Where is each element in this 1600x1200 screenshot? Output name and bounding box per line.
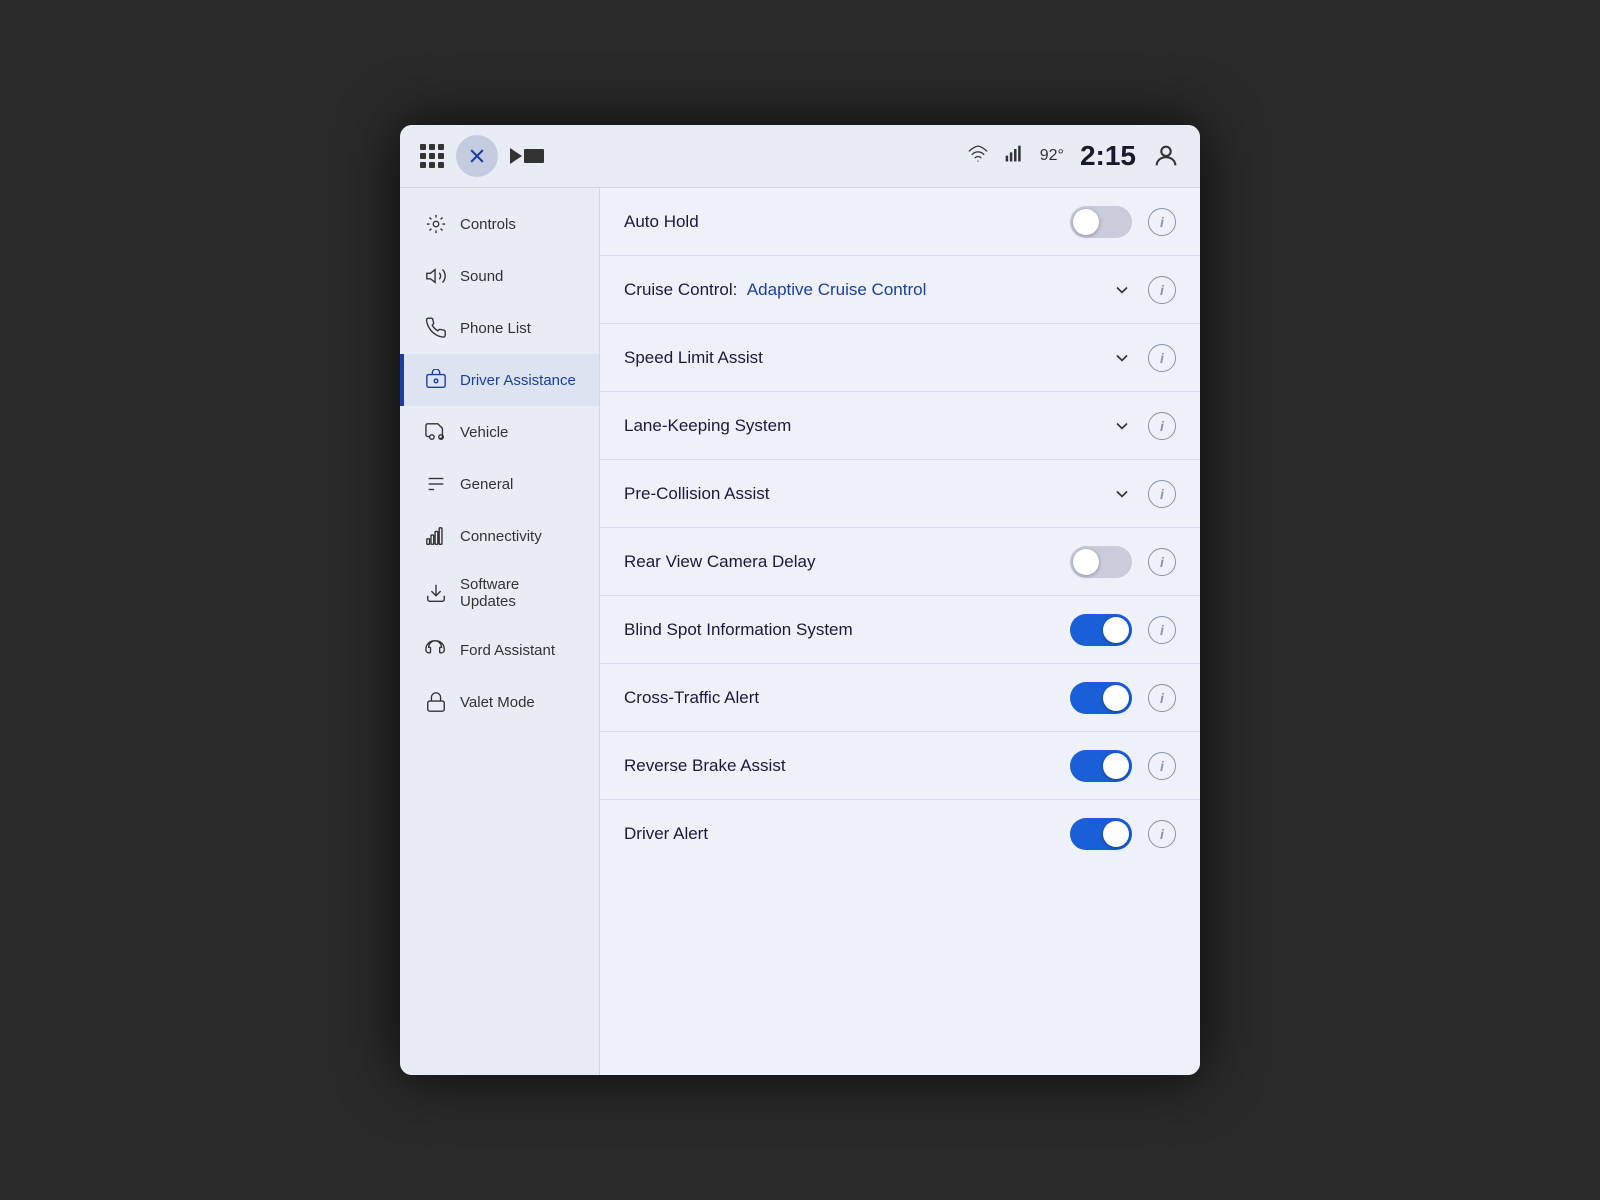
- sidebar-phone-label: Phone List: [460, 320, 531, 337]
- sidebar-vehicle-label: Vehicle: [460, 424, 508, 441]
- cruise-control-info[interactable]: i: [1148, 276, 1176, 304]
- sidebar-item-sound[interactable]: Sound: [400, 250, 599, 302]
- phone-icon: [424, 316, 448, 340]
- rear-view-camera-row: Rear View Camera Delay i: [600, 528, 1200, 596]
- blind-spot-knob: [1103, 617, 1129, 643]
- cruise-control-row[interactable]: Cruise Control: Adaptive Cruise Control …: [600, 256, 1200, 324]
- blind-spot-toggle[interactable]: [1070, 614, 1132, 646]
- sidebar-item-connectivity[interactable]: Connectivity: [400, 510, 599, 562]
- main-content: Controls Sound Phone List: [400, 188, 1200, 1075]
- close-button[interactable]: [456, 135, 498, 177]
- sidebar-general-label: General: [460, 476, 513, 493]
- connectivity-icon: [424, 524, 448, 548]
- cross-traffic-toggle[interactable]: [1070, 682, 1132, 714]
- sidebar-valet-label: Valet Mode: [460, 694, 535, 711]
- sidebar-item-controls[interactable]: Controls: [400, 198, 599, 250]
- sound-icon: [424, 264, 448, 288]
- sidebar-item-software-updates[interactable]: Software Updates: [400, 562, 599, 624]
- lane-keeping-info[interactable]: i: [1148, 412, 1176, 440]
- driver-alert-label: Driver Alert: [624, 824, 1054, 844]
- sidebar-item-vehicle[interactable]: Vehicle: [400, 406, 599, 458]
- pre-collision-info[interactable]: i: [1148, 480, 1176, 508]
- sidebar-sound-label: Sound: [460, 268, 503, 285]
- vehicle-icon: [424, 420, 448, 444]
- temperature: 92°: [1040, 147, 1064, 165]
- pre-collision-label: Pre-Collision Assist: [624, 484, 1092, 504]
- blind-spot-row: Blind Spot Information System i: [600, 596, 1200, 664]
- reverse-brake-info[interactable]: i: [1148, 752, 1176, 780]
- reverse-brake-knob: [1103, 753, 1129, 779]
- sidebar-item-valet-mode[interactable]: Valet Mode: [400, 676, 599, 728]
- sidebar-driver-label: Driver Assistance: [460, 372, 576, 389]
- reverse-brake-row: Reverse Brake Assist i: [600, 732, 1200, 800]
- speed-limit-row[interactable]: Speed Limit Assist i: [600, 324, 1200, 392]
- header-left: [420, 135, 544, 177]
- valet-icon: [424, 690, 448, 714]
- sidebar-controls-label: Controls: [460, 216, 516, 233]
- media-icon[interactable]: [510, 148, 544, 164]
- rear-view-camera-knob: [1073, 549, 1099, 575]
- screen: 92° 2:15 Controls: [400, 125, 1200, 1075]
- rear-view-camera-info[interactable]: i: [1148, 548, 1176, 576]
- pre-collision-row[interactable]: Pre-Collision Assist i: [600, 460, 1200, 528]
- apps-icon[interactable]: [420, 144, 444, 168]
- cruise-control-value: Adaptive Cruise Control: [747, 280, 927, 299]
- sidebar-ford-assistant-label: Ford Assistant: [460, 642, 555, 659]
- header: 92° 2:15: [400, 125, 1200, 188]
- settings-panel: Auto Hold i Cruise Control: Adaptive Cru…: [600, 188, 1200, 1075]
- signal-icon: [1004, 144, 1024, 169]
- driver-alert-toggle[interactable]: [1070, 818, 1132, 850]
- cross-traffic-label: Cross-Traffic Alert: [624, 688, 1054, 708]
- auto-hold-knob: [1073, 209, 1099, 235]
- auto-hold-label: Auto Hold: [624, 212, 1054, 232]
- lane-keeping-chevron: [1112, 416, 1132, 436]
- speed-limit-label: Speed Limit Assist: [624, 348, 1092, 368]
- sidebar-item-phone-list[interactable]: Phone List: [400, 302, 599, 354]
- auto-hold-toggle[interactable]: [1070, 206, 1132, 238]
- auto-hold-row: Auto Hold i: [600, 188, 1200, 256]
- driver-alert-info[interactable]: i: [1148, 820, 1176, 848]
- clock: 2:15: [1080, 140, 1136, 172]
- user-icon[interactable]: [1152, 142, 1180, 170]
- cross-traffic-info[interactable]: i: [1148, 684, 1176, 712]
- speed-limit-info[interactable]: i: [1148, 344, 1176, 372]
- controls-icon: [424, 212, 448, 236]
- blind-spot-info[interactable]: i: [1148, 616, 1176, 644]
- general-icon: [424, 472, 448, 496]
- sidebar-item-ford-assistant[interactable]: Ford Assistant: [400, 624, 599, 676]
- auto-hold-info[interactable]: i: [1148, 208, 1176, 236]
- lane-keeping-row[interactable]: Lane-Keeping System i: [600, 392, 1200, 460]
- reverse-brake-label: Reverse Brake Assist: [624, 756, 1054, 776]
- wifi-icon: [968, 144, 988, 169]
- download-icon: [424, 581, 448, 605]
- lane-keeping-label: Lane-Keeping System: [624, 416, 1092, 436]
- assistant-icon: [424, 638, 448, 662]
- speed-limit-chevron: [1112, 348, 1132, 368]
- driver-alert-row: Driver Alert i: [600, 800, 1200, 868]
- cross-traffic-row: Cross-Traffic Alert i: [600, 664, 1200, 732]
- sidebar-item-driver-assistance[interactable]: Driver Assistance: [400, 354, 599, 406]
- sidebar-item-general[interactable]: General: [400, 458, 599, 510]
- driver-icon: [424, 368, 448, 392]
- rear-view-camera-toggle[interactable]: [1070, 546, 1132, 578]
- reverse-brake-toggle[interactable]: [1070, 750, 1132, 782]
- header-right: 92° 2:15: [968, 140, 1180, 172]
- blind-spot-label: Blind Spot Information System: [624, 620, 1054, 640]
- sidebar-software-label: Software Updates: [460, 576, 579, 610]
- sidebar: Controls Sound Phone List: [400, 188, 600, 1075]
- driver-alert-knob: [1103, 821, 1129, 847]
- cruise-control-chevron: [1112, 280, 1132, 300]
- cross-traffic-knob: [1103, 685, 1129, 711]
- sidebar-connectivity-label: Connectivity: [460, 528, 542, 545]
- pre-collision-chevron: [1112, 484, 1132, 504]
- rear-view-camera-label: Rear View Camera Delay: [624, 552, 1054, 572]
- cruise-control-label: Cruise Control: Adaptive Cruise Control: [624, 280, 1092, 300]
